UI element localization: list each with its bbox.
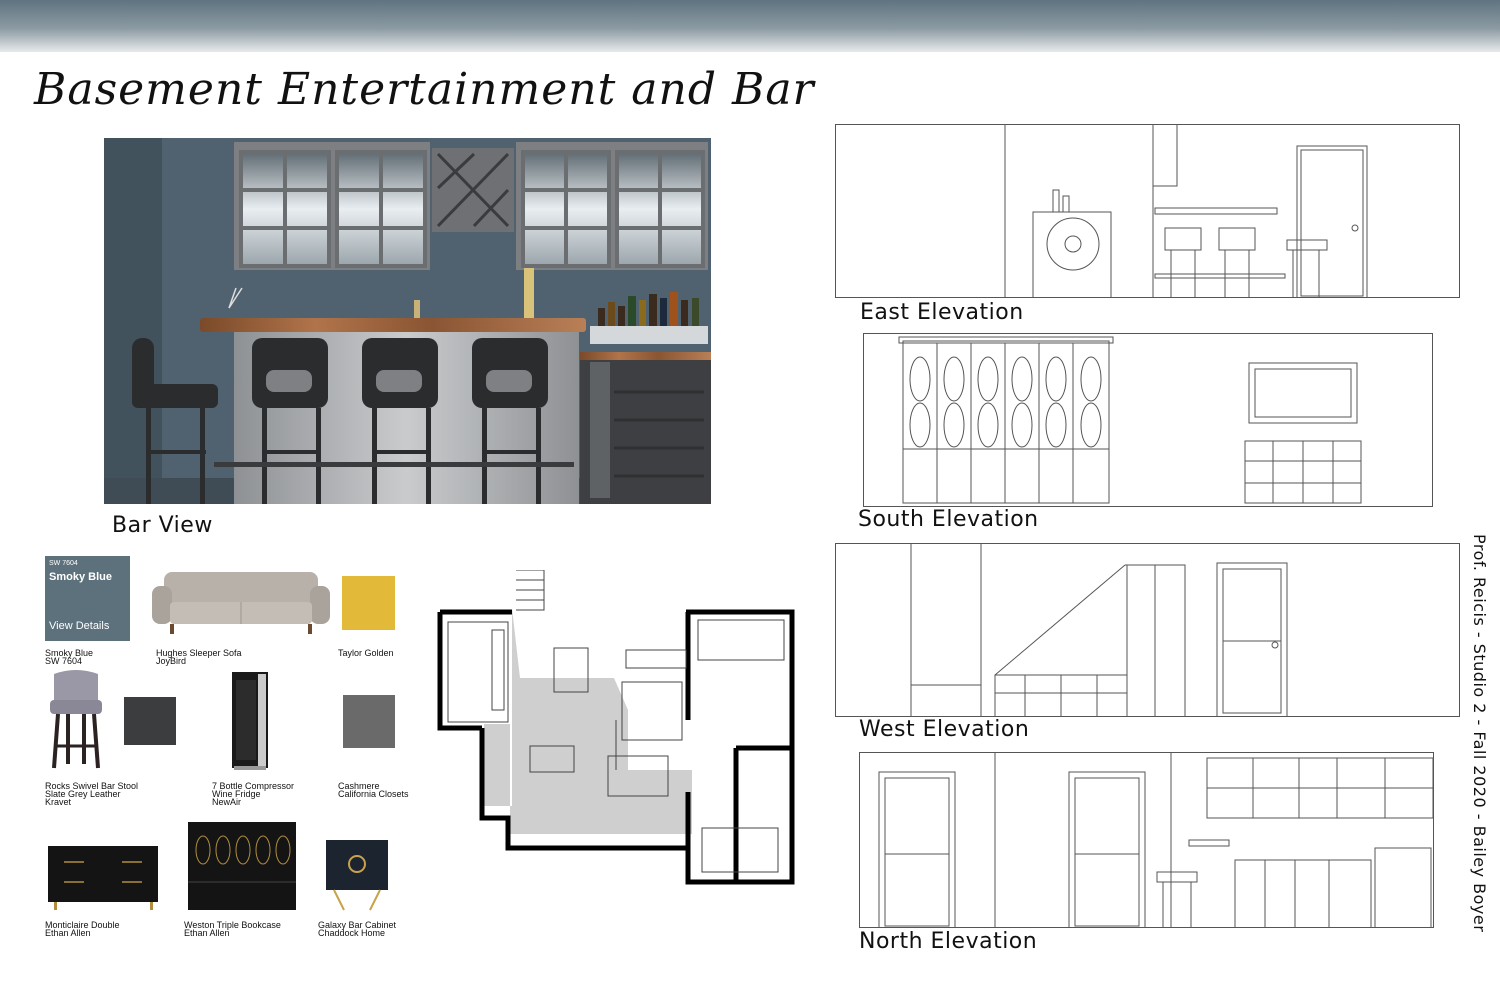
south-elevation-drawing bbox=[863, 333, 1433, 507]
sofa-image bbox=[152, 572, 330, 634]
gold-fabric-swatch bbox=[342, 576, 395, 630]
swatch-name: Smoky Blue bbox=[49, 571, 112, 583]
north-elevation-drawing bbox=[859, 752, 1434, 928]
header-band bbox=[0, 0, 1500, 52]
bar-cabinet-image bbox=[326, 840, 388, 911]
dresser-image bbox=[48, 846, 158, 910]
material-label: Cashmere California Closets bbox=[338, 781, 409, 799]
swatch-code: SW 7604 bbox=[49, 560, 78, 567]
credit-line: Prof. Reicis - Studio 2 - Fall 2020 - Ba… bbox=[1470, 534, 1489, 933]
material-label: Weston Triple Bookcase Ethan Allen bbox=[184, 920, 281, 938]
floor-plan bbox=[437, 570, 795, 885]
west-elevation-drawing bbox=[835, 543, 1460, 717]
paint-swatch-card[interactable]: SW 7604 Smoky Blue View Details bbox=[45, 556, 130, 641]
wine-fridge-image bbox=[232, 672, 268, 770]
south-elevation-caption: South Elevation bbox=[858, 507, 1039, 532]
bar-stool-image bbox=[50, 670, 102, 769]
swatch-link[interactable]: View Details bbox=[49, 620, 109, 632]
material-label: Galaxy Bar Cabinet Chaddock Home bbox=[318, 920, 397, 938]
east-elevation-drawing bbox=[835, 124, 1460, 298]
material-label: Hughes Sleeper Sofa JoyBird bbox=[156, 648, 242, 666]
material-label: Smoky Blue SW 7604 bbox=[45, 648, 94, 666]
material-label: 7 Bottle Compressor Wine Fridge NewAir bbox=[212, 781, 295, 807]
page-title: Basement Entertainment and Bar bbox=[34, 64, 815, 115]
west-elevation-caption: West Elevation bbox=[859, 717, 1030, 742]
material-label: Rocks Swivel Bar Stool Slate Grey Leather… bbox=[45, 781, 139, 807]
bar-view-caption: Bar View bbox=[112, 513, 213, 538]
east-elevation-caption: East Elevation bbox=[860, 300, 1024, 325]
cashmere-swatch bbox=[343, 695, 395, 748]
slate-fabric-swatch bbox=[124, 697, 176, 745]
material-label: Monticlaire Double Ethan Allen bbox=[45, 920, 120, 938]
bookcase-image bbox=[188, 822, 296, 910]
bar-view-rendering bbox=[104, 138, 711, 504]
material-label: Taylor Golden bbox=[338, 648, 394, 658]
north-elevation-caption: North Elevation bbox=[859, 929, 1038, 954]
